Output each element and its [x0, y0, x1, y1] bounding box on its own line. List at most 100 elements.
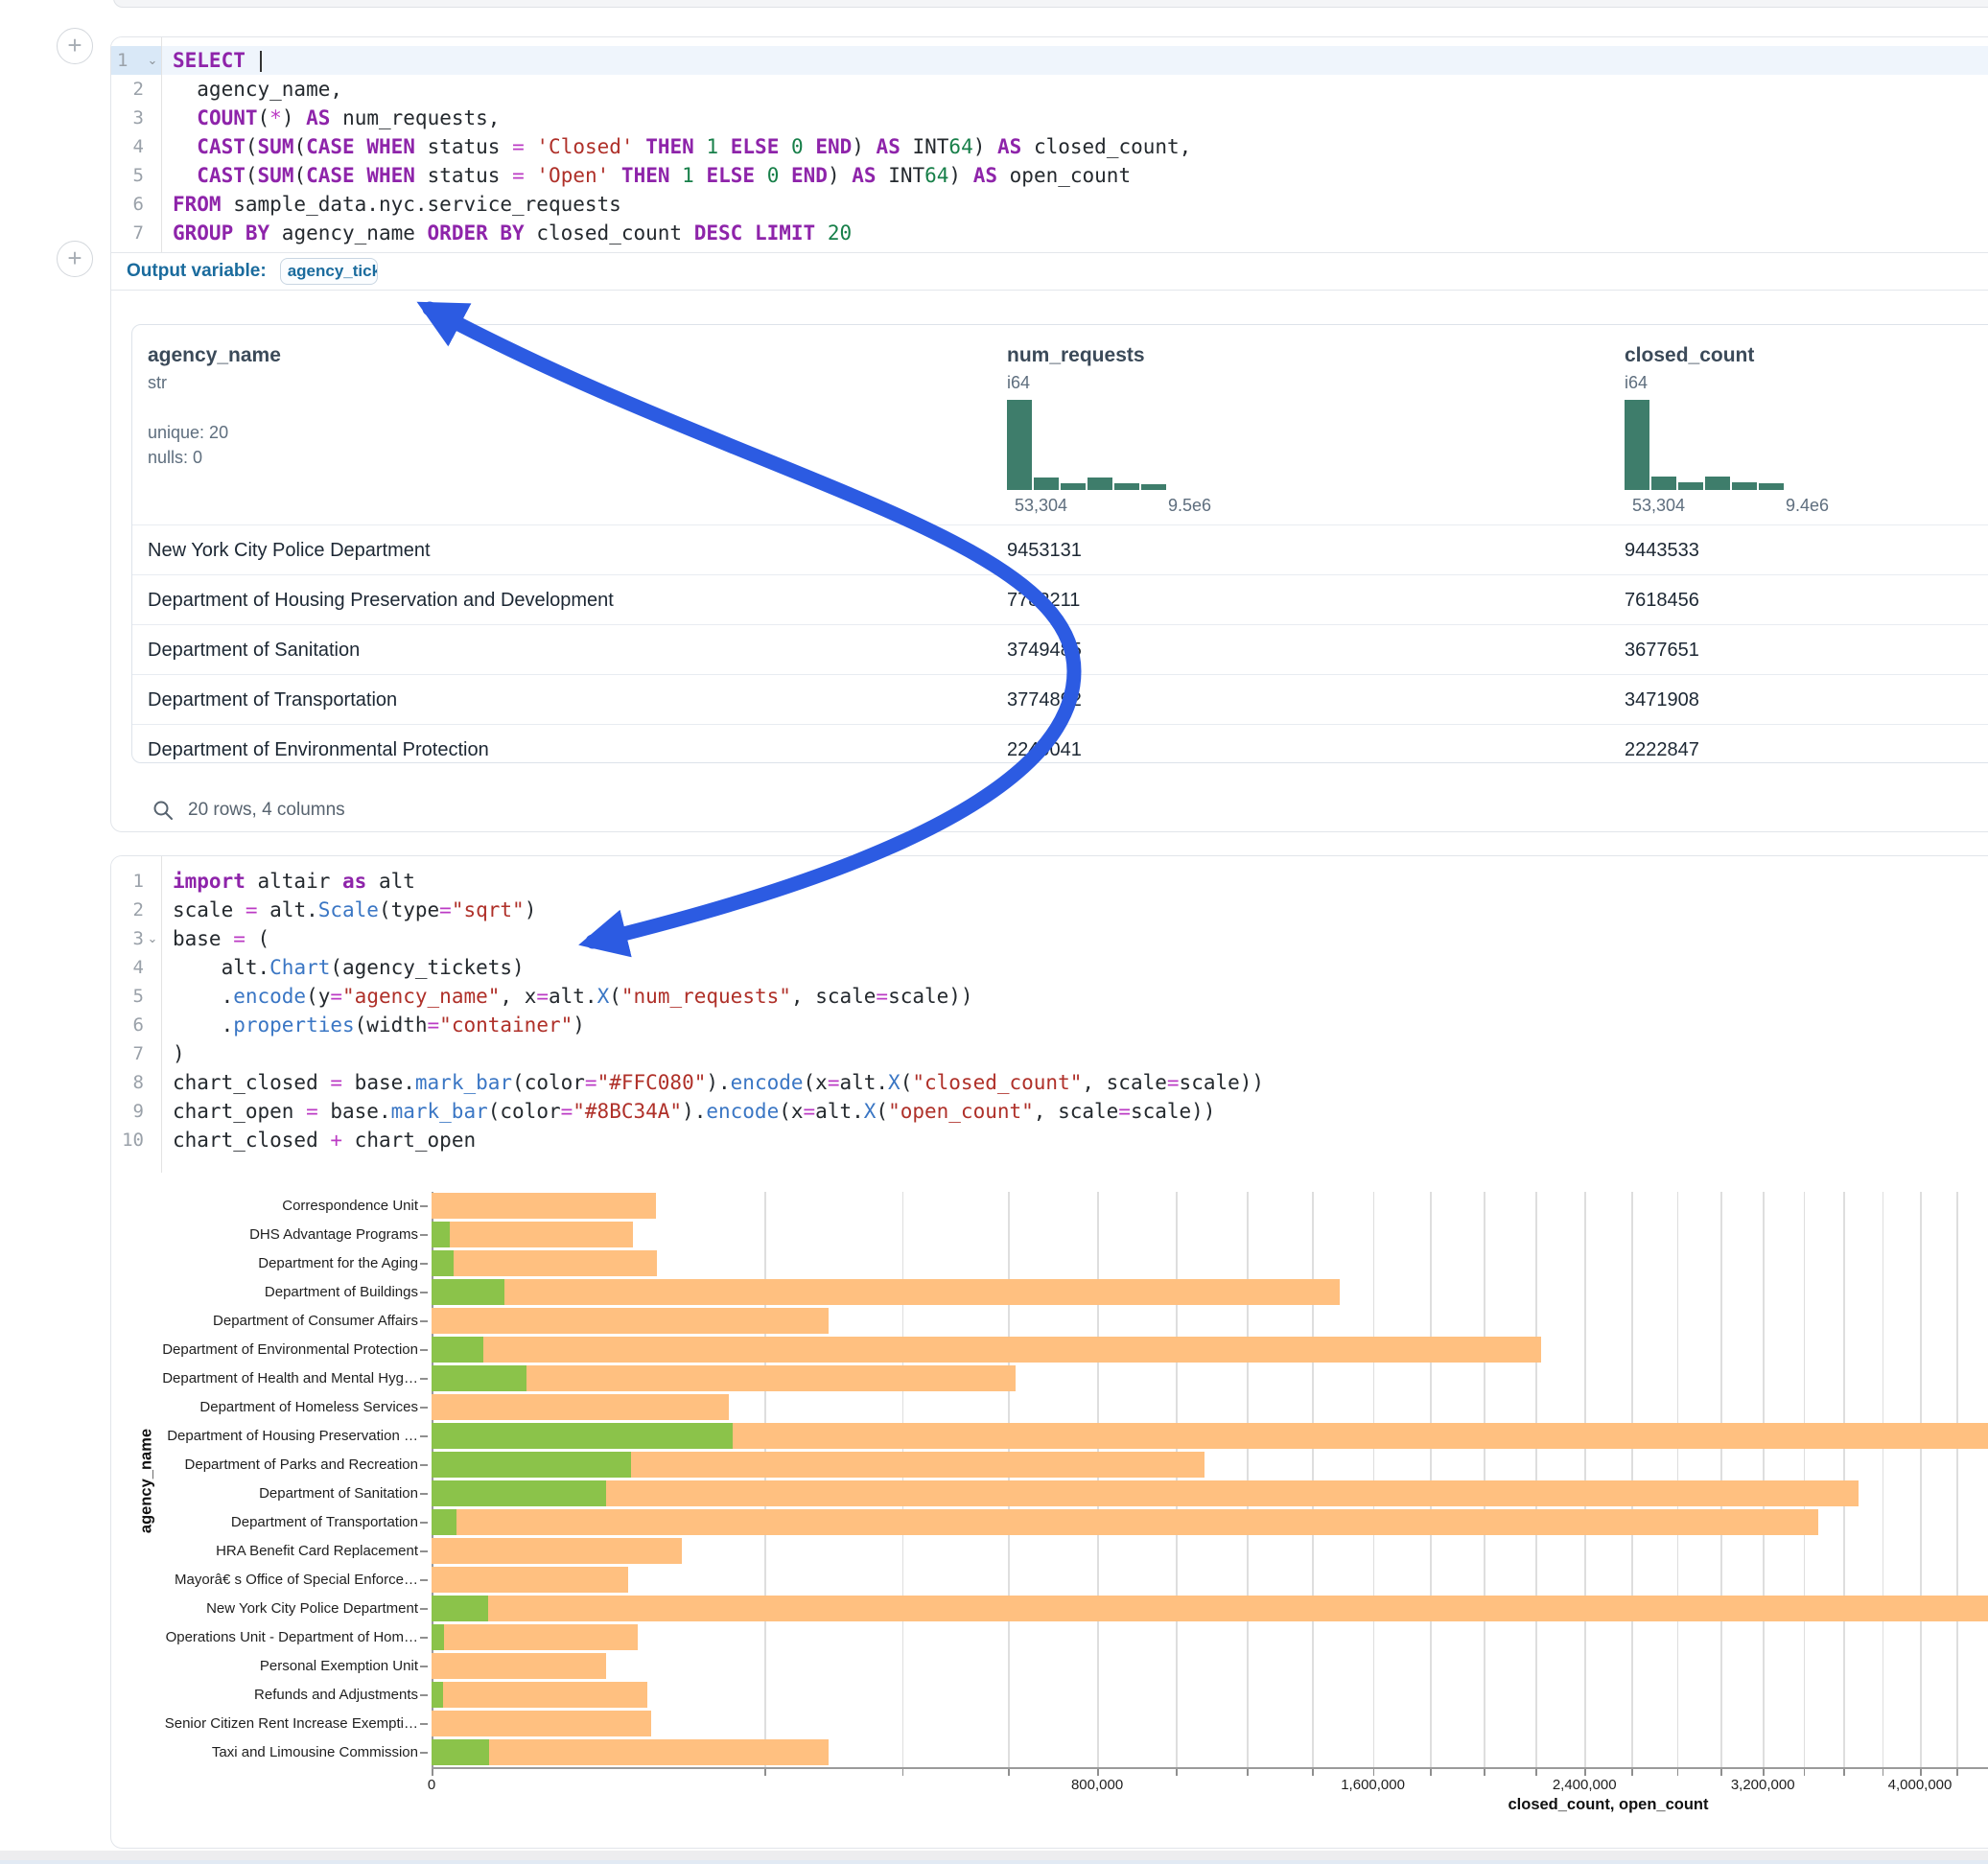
code-line[interactable]: agency_name, [111, 75, 1988, 104]
text-cursor [260, 51, 262, 72]
x-axis-tick [1804, 1769, 1806, 1776]
bar-closed-count [432, 1308, 829, 1334]
bar-open-count [432, 1423, 733, 1449]
cell-value: 3749485 [1007, 625, 1082, 675]
bar-open-count [432, 1250, 454, 1276]
gridline [1956, 1192, 1958, 1767]
gridline [1097, 1192, 1099, 1767]
x-axis-tick-label: 0 [364, 1777, 499, 1793]
code-line[interactable]: alt.Chart(agency_tickets) [111, 953, 1988, 982]
code-line[interactable]: COUNT(*) AS num_requests, [111, 104, 1988, 132]
x-axis-line [432, 1767, 1988, 1769]
x-axis-tick [1843, 1769, 1845, 1776]
x-axis-tick-label: 1,600,000 [1306, 1777, 1440, 1793]
column-name: agency_name [148, 344, 281, 367]
bar-open-count [432, 1279, 504, 1305]
python-cell-card: 123⌄45678910import altair as altscale = … [110, 855, 1988, 1849]
column-type: i64 [1625, 373, 1754, 393]
y-axis-label: Senior Citizen Rent Increase Exempti… [121, 1710, 418, 1738]
table-row[interactable]: Department of Environmental Protection22… [132, 724, 1988, 763]
table-row[interactable]: Department of Transportation377489234719… [132, 674, 1988, 725]
x-axis-tick [1430, 1769, 1432, 1776]
x-axis-tick [1373, 1769, 1375, 1776]
bar-closed-count [432, 1509, 1818, 1535]
gridline [1677, 1192, 1679, 1767]
bar-open-count [432, 1222, 450, 1247]
histogram-labels: 53,304 9.5e6 [1015, 496, 1264, 516]
histogram-min-label: 53,304 [1015, 496, 1067, 515]
code-line[interactable]: import altair as alt [111, 867, 1988, 896]
bar-closed-count [432, 1222, 633, 1247]
search-icon[interactable] [152, 799, 175, 822]
column-header: closed_counti64 [1625, 344, 1754, 393]
x-axis-tick-label: 800,000 [1030, 1777, 1164, 1793]
cell-agency-name: Department of Sanitation [148, 625, 360, 675]
bar-closed-count [432, 1567, 628, 1593]
code-line[interactable]: CAST(SUM(CASE WHEN status = 'Closed' THE… [111, 132, 1988, 161]
code-line[interactable]: chart_open = base.mark_bar(color="#8BC34… [111, 1097, 1988, 1126]
x-axis-tick [1484, 1769, 1485, 1776]
y-axis-tick [420, 1694, 428, 1696]
column-header: agency_namestrunique: 20nulls: 0 [148, 344, 281, 470]
code-line[interactable]: scale = alt.Scale(type="sqrt") [111, 896, 1988, 924]
gridline [1804, 1192, 1806, 1767]
x-axis-tick-label: 4,000,000 [1853, 1777, 1987, 1793]
cell-value: 7618456 [1625, 575, 1699, 625]
result-table: agency_namestrunique: 20nulls: 0num_requ… [131, 324, 1988, 763]
code-line[interactable]: GROUP BY agency_name ORDER BY closed_cou… [111, 219, 1988, 247]
bar-open-count [432, 1682, 443, 1708]
bar-closed-count [432, 1279, 1340, 1305]
output-variable-chip[interactable]: agency_tickets [280, 258, 378, 285]
table-footer: 20 rows, 4 columns [152, 793, 345, 827]
histogram-bar [1625, 400, 1649, 490]
cell-value: 3677651 [1625, 625, 1699, 675]
histogram-bar [1678, 482, 1703, 490]
y-axis-label: Department of Environmental Protection [121, 1336, 418, 1364]
table-row[interactable]: Department of Sanitation 3749485 3677651 [132, 624, 1988, 675]
y-axis-tick [420, 1723, 428, 1725]
y-axis-tick [420, 1407, 428, 1409]
gridline [1535, 1192, 1537, 1767]
add-cell-button-output[interactable]: + [57, 241, 93, 277]
y-axis-label: Department of Health and Mental Hyg… [121, 1364, 418, 1393]
sql-code-editor[interactable]: 1⌄234567SELECT agency_name, COUNT(*) AS … [111, 37, 1988, 252]
bar-closed-count [432, 1394, 729, 1420]
cell-value: 7782211 [1007, 575, 1080, 625]
histogram-bar [1141, 484, 1166, 490]
code-line[interactable]: FROM sample_data.nyc.service_requests [111, 190, 1988, 219]
table-row[interactable]: New York City Police Department945313194… [132, 524, 1988, 575]
python-code-editor[interactable]: 123⌄45678910import altair as altscale = … [111, 856, 1988, 1173]
column-type: str [148, 373, 281, 393]
table-row[interactable]: Department of Housing Preservation and D… [132, 574, 1988, 625]
y-axis-label: Department of Homeless Services [121, 1393, 418, 1422]
bar-closed-count [432, 1624, 638, 1650]
code-line[interactable]: chart_closed + chart_open [111, 1126, 1988, 1154]
y-axis-tick [420, 1263, 428, 1265]
code-line[interactable]: base = ( [111, 924, 1988, 953]
column-header: num_requestsi64 [1007, 344, 1145, 393]
histogram-bar [1034, 478, 1059, 490]
histogram-bar [1114, 483, 1139, 490]
bar-open-count [432, 1596, 488, 1621]
histogram-bar [1061, 483, 1086, 490]
x-axis-tick [1312, 1769, 1314, 1776]
code-line[interactable]: .encode(y="agency_name", x=alt.X("num_re… [111, 982, 1988, 1011]
gridline [1920, 1192, 1922, 1767]
code-line[interactable]: .properties(width="container") [111, 1011, 1988, 1039]
code-line[interactable]: SELECT [111, 46, 1988, 75]
gridline [1247, 1192, 1249, 1767]
bar-closed-count [432, 1711, 651, 1736]
column-histogram [1625, 400, 1784, 490]
code-line[interactable]: chart_closed = base.mark_bar(color="#FFC… [111, 1068, 1988, 1097]
bar-closed-count [432, 1480, 1859, 1506]
histogram-max-label: 9.5e6 [1168, 496, 1211, 516]
add-cell-button-top[interactable]: + [57, 28, 93, 64]
code-line[interactable]: ) [111, 1039, 1988, 1068]
bar-open-count [432, 1365, 526, 1391]
bar-open-count [432, 1452, 631, 1478]
cell-value: 9453131 [1007, 525, 1082, 575]
gridline [1430, 1192, 1432, 1767]
y-axis-label: Department of Parks and Recreation [121, 1451, 418, 1480]
y-axis-tick [420, 1464, 428, 1466]
code-line[interactable]: CAST(SUM(CASE WHEN status = 'Open' THEN … [111, 161, 1988, 190]
